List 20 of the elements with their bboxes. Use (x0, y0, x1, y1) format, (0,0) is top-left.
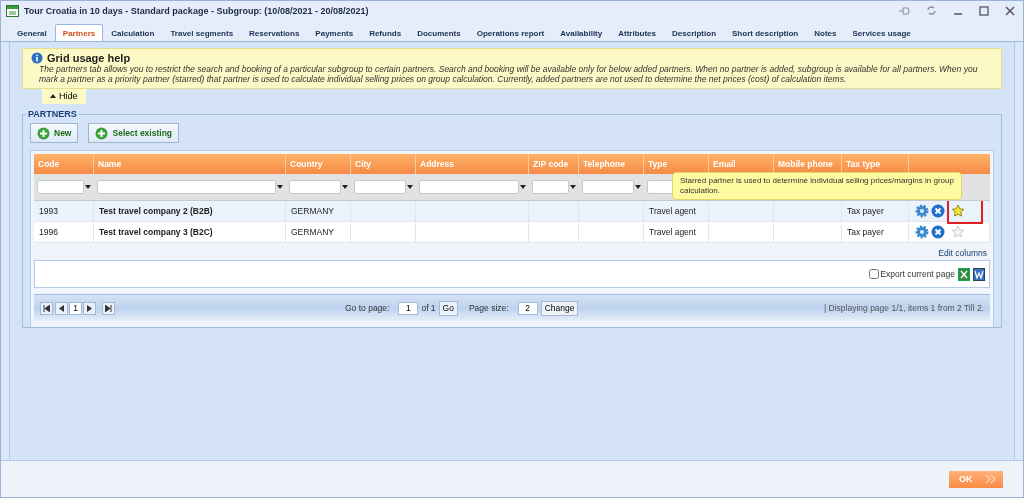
table-cell: 1993 (39, 206, 58, 216)
table-cell: Test travel company 3 (B2C) (99, 227, 213, 237)
paging-status: | Displaying page 1/1, items 1 from 2 Till 2. (824, 303, 984, 313)
table-cell: Tax payer (847, 227, 884, 237)
table-cell: GERMANY (291, 206, 334, 216)
table-cell: GERMANY (291, 227, 334, 237)
page-count: of 1 (421, 303, 436, 313)
table-cell: Travel agent (649, 227, 696, 237)
table-cell: Travel agent (649, 206, 696, 216)
go-to-page-label: Go to page: (345, 303, 390, 313)
tooltip: Starred partner is used to determine individual selling prices/margins in group calculation. (672, 172, 962, 200)
panel-legend: PARTNERS (26, 108, 79, 120)
export-label: Export current page (880, 269, 955, 279)
window-title: Tour Croatia in 10 days - Standard package - Subgroup: (10/08/2021 - 20/08/2021) (24, 5, 369, 16)
help-title: Grid usage help (47, 52, 131, 64)
table-cell: Tax payer (847, 206, 884, 216)
page-size-label: Page size: (468, 303, 509, 313)
table-cell: 1996 (39, 227, 58, 237)
table-cell: Test travel company 2 (B2B) (99, 206, 213, 216)
help-text: The partners tab allows you to restrict the search and booking of a particular subgroup to certain partners. Search and booking will be available only for below added partners. When no partner is added, subgroup is available for all partners. When you mark a partner as a priority partner (starred) that partner is used to calculate individual selling prices on group calculation. Currently, added partners are not used to determine the net prices (cost) of calculation items. (38, 64, 979, 84)
